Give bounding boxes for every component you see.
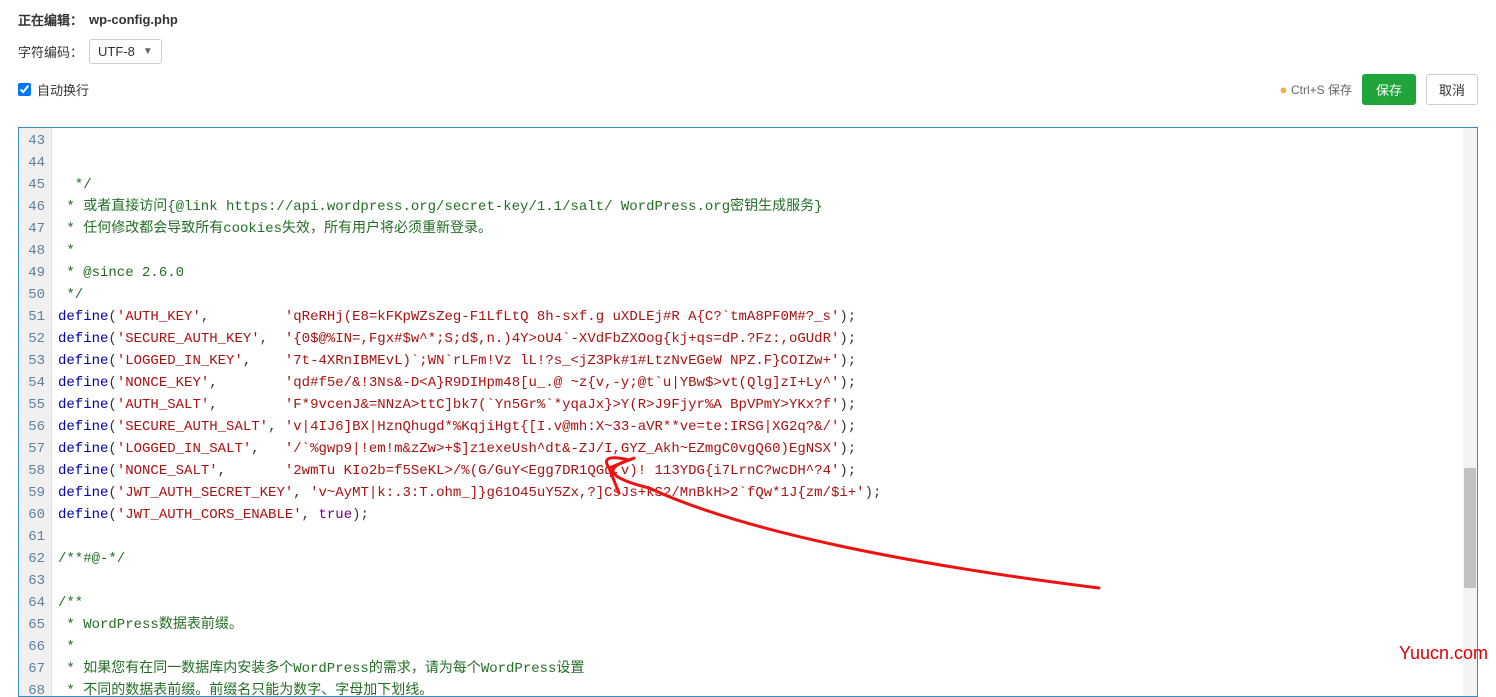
editor-header: 正在编辑： wp-config.php 字符编码： UTF-8 ▼ 自动换行 ●… (0, 0, 1496, 121)
line-number: 60 (19, 504, 51, 526)
code-line[interactable]: * WordPress数据表前缀。 (58, 614, 1471, 636)
code-line[interactable]: define('AUTH_SALT', 'F*9vcenJ&=NNzA>ttC]… (58, 394, 1471, 416)
line-number: 64 (19, 592, 51, 614)
save-hint: ● Ctrl+S 保存 (1279, 81, 1352, 98)
line-number: 66 (19, 636, 51, 658)
code-line[interactable]: define('JWT_AUTH_CORS_ENABLE', true); (58, 504, 1471, 526)
code-line[interactable]: * 不同的数据表前缀。前缀名只能为数字、字母加下划线。 (58, 680, 1471, 696)
code-line[interactable]: * 或者直接访问{@link https://api.wordpress.org… (58, 196, 1471, 218)
line-number: 53 (19, 350, 51, 372)
code-line[interactable]: */ (58, 284, 1471, 306)
save-button[interactable]: 保存 (1362, 74, 1416, 105)
code-line[interactable] (58, 526, 1471, 548)
code-line[interactable]: define('SECURE_AUTH_KEY', '{0$@%IN=,Fgx#… (58, 328, 1471, 350)
code-line[interactable]: /**#@-*/ (58, 548, 1471, 570)
code-line[interactable] (58, 570, 1471, 592)
wrap-checkbox[interactable] (18, 83, 31, 96)
code-line[interactable]: define('JWT_AUTH_SECRET_KEY', 'v~AyMT|k:… (58, 482, 1471, 504)
watermark: Yuucn.com (1399, 643, 1488, 664)
code-line[interactable]: * 如果您有在同一数据库内安装多个WordPress的需求，请为每个WordPr… (58, 658, 1471, 680)
chevron-down-icon: ▼ (143, 46, 153, 57)
line-number: 57 (19, 438, 51, 460)
code-line[interactable]: define('LOGGED_IN_SALT', '/`%gwp9|!em!m&… (58, 438, 1471, 460)
scrollbar-track[interactable] (1463, 128, 1477, 696)
scrollbar-thumb[interactable] (1464, 468, 1476, 588)
cancel-button[interactable]: 取消 (1426, 74, 1478, 105)
line-number: 63 (19, 570, 51, 592)
line-number: 51 (19, 306, 51, 328)
line-number: 56 (19, 416, 51, 438)
line-number: 48 (19, 240, 51, 262)
code-area[interactable]: */ * 或者直接访问{@link https://api.wordpress.… (52, 128, 1477, 696)
line-number: 68 (19, 680, 51, 696)
code-line[interactable]: define('AUTH_KEY', 'qReRHj(E8=kFKpWZsZeg… (58, 306, 1471, 328)
line-number: 55 (19, 394, 51, 416)
line-number: 65 (19, 614, 51, 636)
code-line[interactable]: define('NONCE_KEY', 'qd#f5e/&!3Ns&-D<A}R… (58, 372, 1471, 394)
info-icon: ● (1279, 82, 1287, 97)
line-number: 50 (19, 284, 51, 306)
editing-label: 正在编辑： (18, 10, 83, 29)
line-number: 45 (19, 174, 51, 196)
line-number: 46 (19, 196, 51, 218)
line-number: 43 (19, 130, 51, 152)
code-line[interactable]: * @since 2.6.0 (58, 262, 1471, 284)
line-gutter: 4344454647484950515253545556575859606162… (19, 128, 52, 696)
code-line[interactable]: */ (58, 174, 1471, 196)
code-line[interactable]: /** (58, 592, 1471, 614)
encoding-label: 字符编码： (18, 42, 83, 61)
line-number: 49 (19, 262, 51, 284)
line-number: 54 (19, 372, 51, 394)
line-number: 47 (19, 218, 51, 240)
encoding-select[interactable]: UTF-8 ▼ (89, 39, 162, 64)
code-line[interactable]: * 任何修改都会导致所有cookies失效，所有用户将必须重新登录。 (58, 218, 1471, 240)
code-editor[interactable]: 4344454647484950515253545556575859606162… (18, 127, 1478, 697)
code-line[interactable]: define('SECURE_AUTH_SALT', 'v|4IJ6]BX|Hz… (58, 416, 1471, 438)
line-number: 61 (19, 526, 51, 548)
encoding-value: UTF-8 (98, 44, 135, 59)
code-line[interactable]: * (58, 240, 1471, 262)
code-line[interactable]: define('NONCE_SALT', '2wmTu KIo2b=f5SeKL… (58, 460, 1471, 482)
line-number: 44 (19, 152, 51, 174)
code-line[interactable]: define('LOGGED_IN_KEY', '7t-4XRnIBMEvL)`… (58, 350, 1471, 372)
line-number: 52 (19, 328, 51, 350)
line-number: 62 (19, 548, 51, 570)
line-number: 67 (19, 658, 51, 680)
line-number: 58 (19, 460, 51, 482)
wrap-label: 自动换行 (37, 80, 89, 99)
code-line[interactable]: * (58, 636, 1471, 658)
line-number: 59 (19, 482, 51, 504)
filename: wp-config.php (89, 12, 178, 27)
